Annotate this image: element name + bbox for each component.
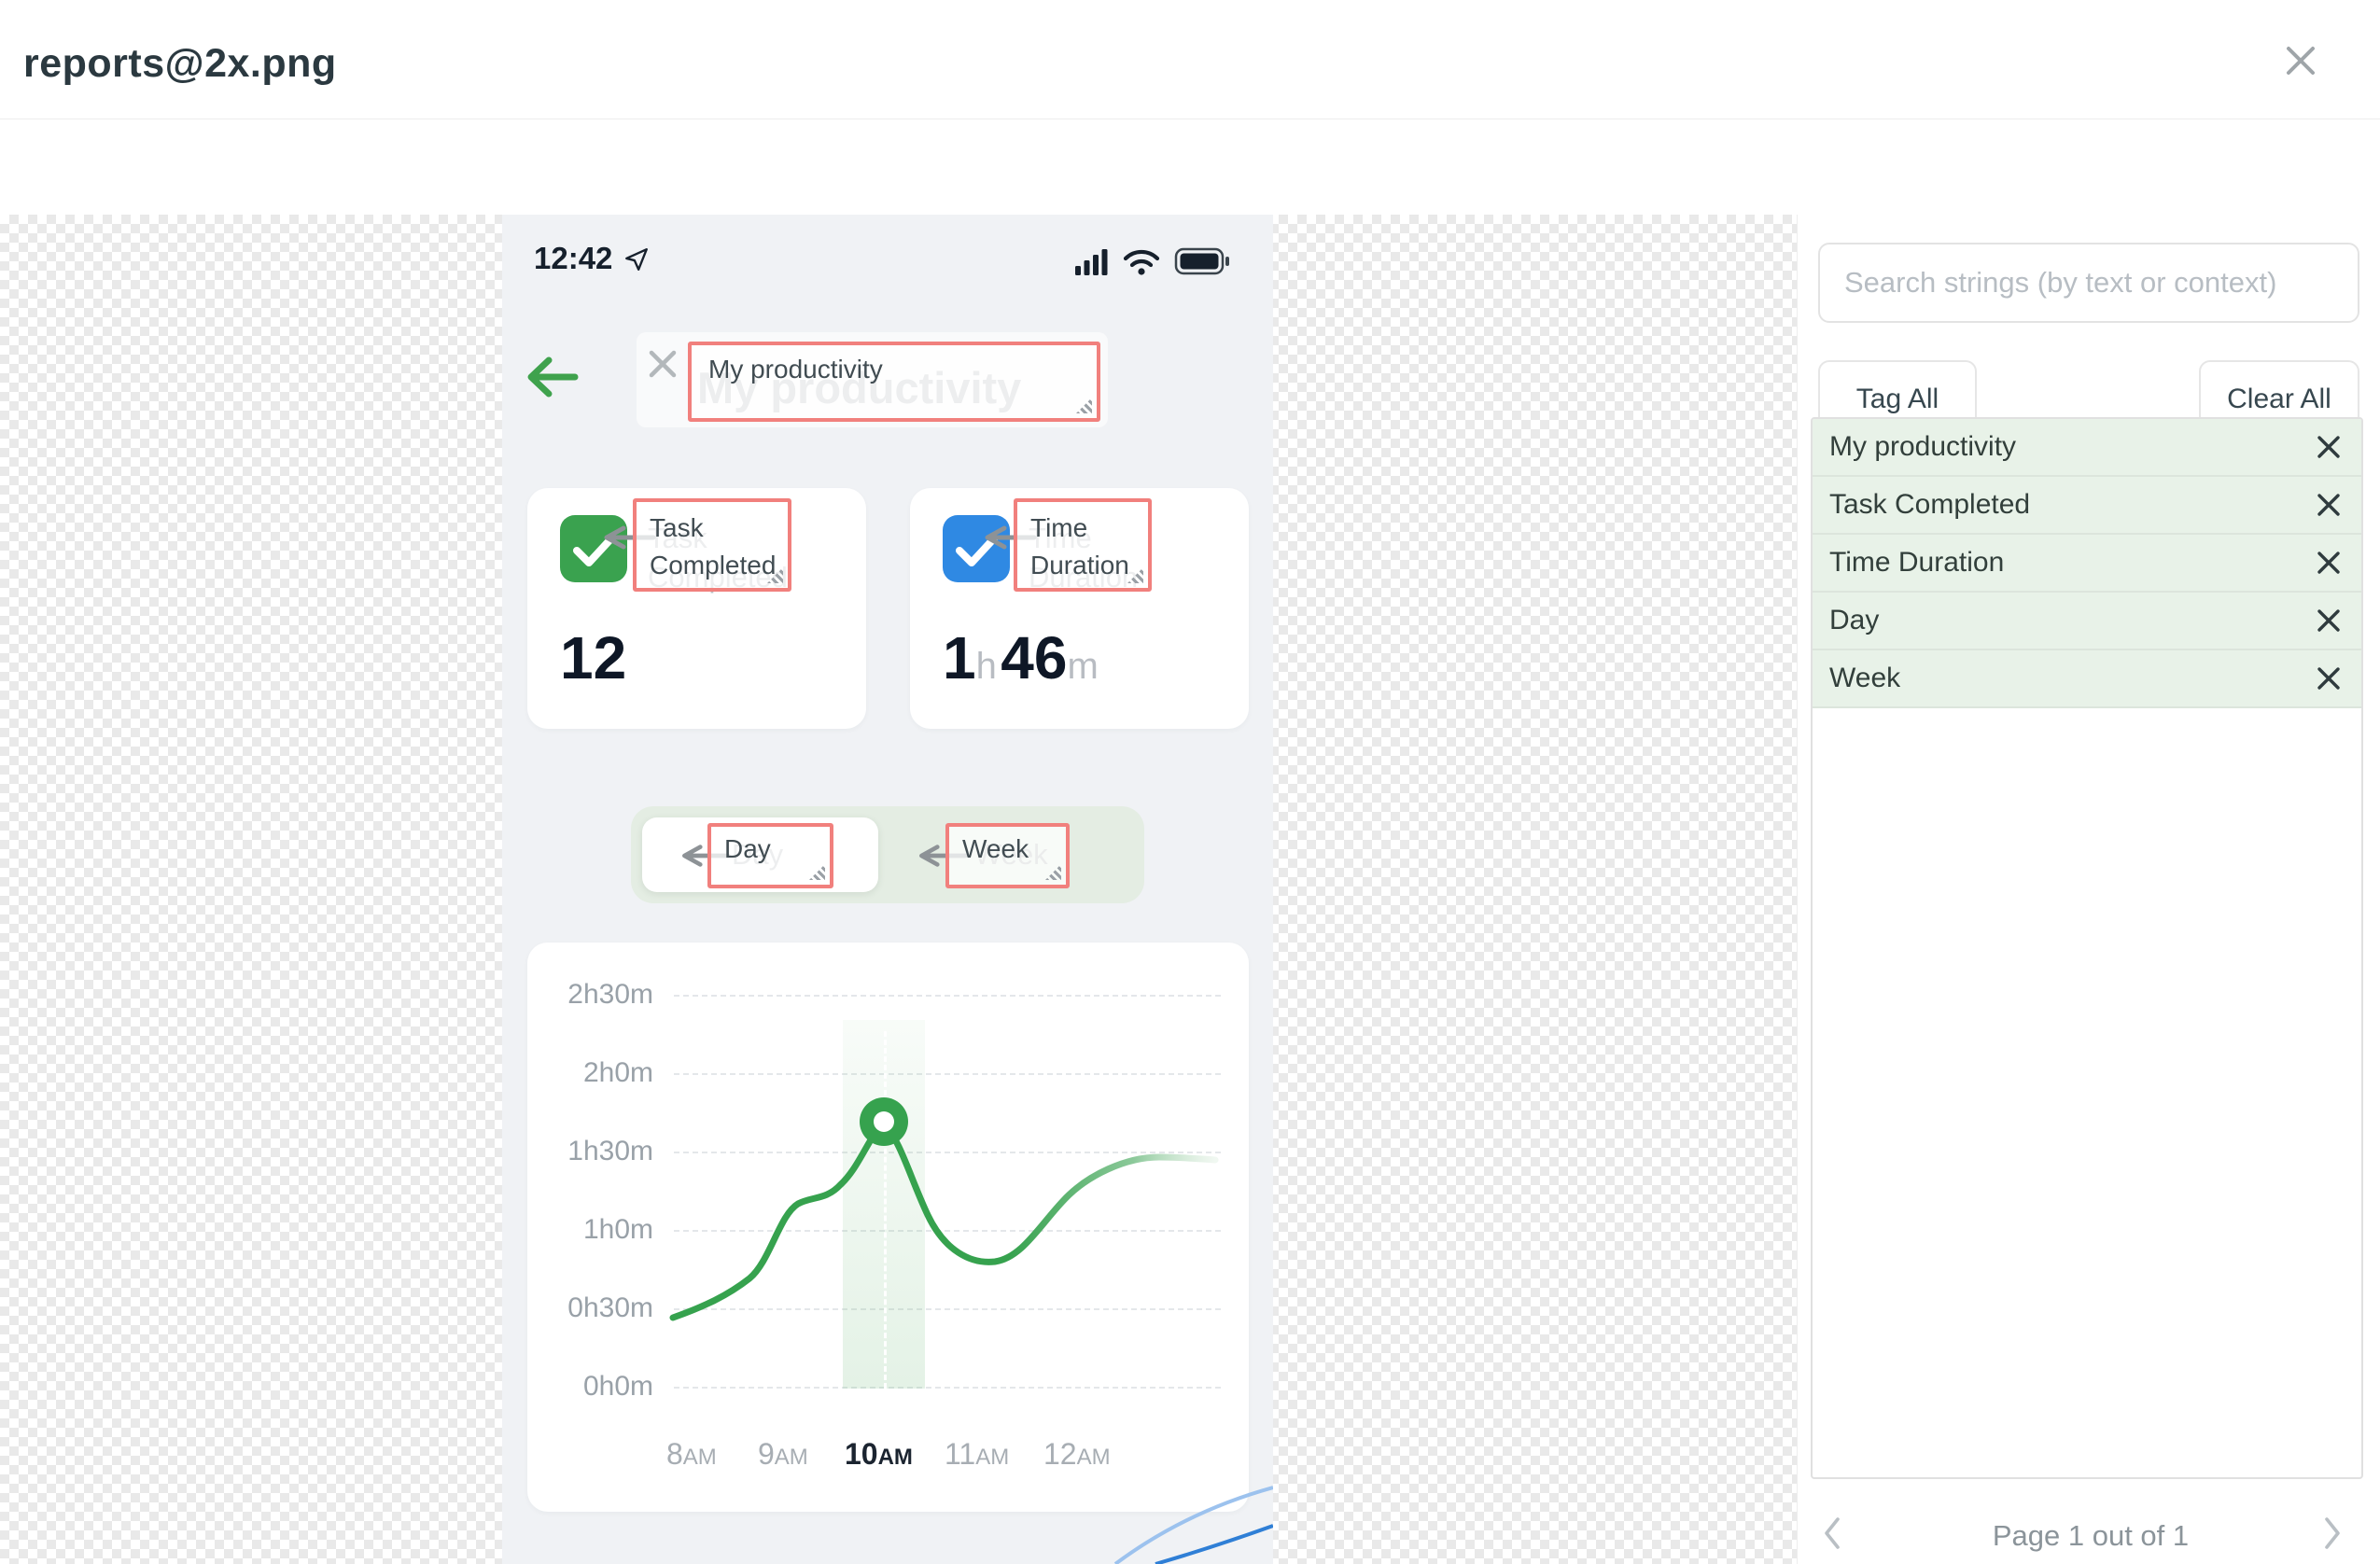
location-arrow-icon	[625, 248, 648, 271]
signal-bars-icon	[1075, 249, 1108, 275]
battery-icon	[1174, 247, 1229, 275]
annotation-box-task[interactable]: Task Completed	[633, 498, 791, 592]
resize-handle-icon[interactable]	[1076, 398, 1092, 413]
x-tick: 11AM	[945, 1437, 1010, 1471]
chart-line	[669, 1097, 1219, 1321]
y-tick: 0h30m	[567, 1292, 653, 1323]
annotation-box-time[interactable]: Time Duration	[1014, 498, 1152, 592]
remove-string-icon[interactable]	[2315, 664, 2343, 692]
modal-header: reports@2x.png	[0, 0, 2380, 119]
string-text: My productivity	[1829, 431, 2017, 462]
x-tick: 8AM	[666, 1437, 717, 1471]
time-duration-value: 1h 46m	[943, 624, 1099, 691]
toolbar: Filter strings: /productivity.csv String…	[0, 119, 2380, 332]
strings-list-panel: My productivity Task Completed Time Dura…	[1811, 417, 2363, 1479]
annotation-label-day: Day	[724, 834, 771, 863]
x-tick-selected: 10AM	[845, 1437, 913, 1471]
annotation-box-day[interactable]: Day	[707, 823, 833, 888]
string-row[interactable]: Week	[1813, 650, 2361, 708]
resize-handle-icon[interactable]	[809, 864, 825, 880]
string-row[interactable]: Day	[1813, 593, 2361, 650]
resize-handle-icon[interactable]	[1045, 864, 1061, 880]
annotation-label-task: Task Completed	[650, 513, 777, 580]
annotation-label-time: Time Duration	[1030, 513, 1129, 580]
string-row[interactable]: Task Completed	[1813, 477, 2361, 535]
string-row[interactable]: My productivity	[1813, 419, 2361, 477]
close-icon[interactable]	[2281, 41, 2320, 80]
y-tick: 0h0m	[582, 1371, 653, 1402]
y-tick: 2h30m	[567, 979, 653, 1010]
y-tick: 1h0m	[582, 1214, 653, 1245]
annotation-label-title: My productivity	[708, 355, 883, 384]
annotation-box-week[interactable]: Week	[945, 823, 1070, 888]
x-tick: 9AM	[758, 1437, 808, 1471]
resize-handle-icon[interactable]	[1127, 567, 1143, 583]
next-section-curves	[1113, 1486, 1273, 1564]
y-tick: 2h0m	[582, 1057, 653, 1088]
next-page-icon[interactable]	[2322, 1515, 2343, 1551]
remove-annotation-icon[interactable]	[646, 347, 679, 381]
status-time: 12:42	[534, 241, 613, 275]
task-completed-value: 12	[560, 624, 627, 691]
string-text: Time Duration	[1829, 547, 2005, 578]
string-tagging-editor: reports@2x.png 12:42 My productivity 12 …	[0, 0, 2380, 1564]
string-row[interactable]: Time Duration	[1813, 535, 2361, 593]
string-text: Week	[1829, 663, 1901, 693]
string-text: Day	[1829, 605, 1880, 635]
search-input[interactable]	[1818, 243, 2359, 323]
remove-string-icon[interactable]	[2315, 607, 2343, 635]
remove-string-icon[interactable]	[2315, 491, 2343, 519]
annotation-label-week: Week	[962, 834, 1029, 863]
annotation-box-title[interactable]: My productivity	[688, 342, 1100, 422]
string-text: Task Completed	[1829, 489, 2031, 520]
x-tick: 12AM	[1043, 1437, 1111, 1471]
prev-page-icon[interactable]	[1822, 1515, 1842, 1551]
wifi-icon	[1123, 249, 1160, 275]
remove-string-icon[interactable]	[2315, 549, 2343, 577]
y-tick: 1h30m	[567, 1136, 653, 1166]
remove-string-icon[interactable]	[2315, 433, 2343, 461]
back-arrow-icon	[527, 356, 579, 398]
pagination-text: Page 1 out of 1	[1992, 1519, 2190, 1552]
file-title: reports@2x.png	[23, 41, 337, 86]
